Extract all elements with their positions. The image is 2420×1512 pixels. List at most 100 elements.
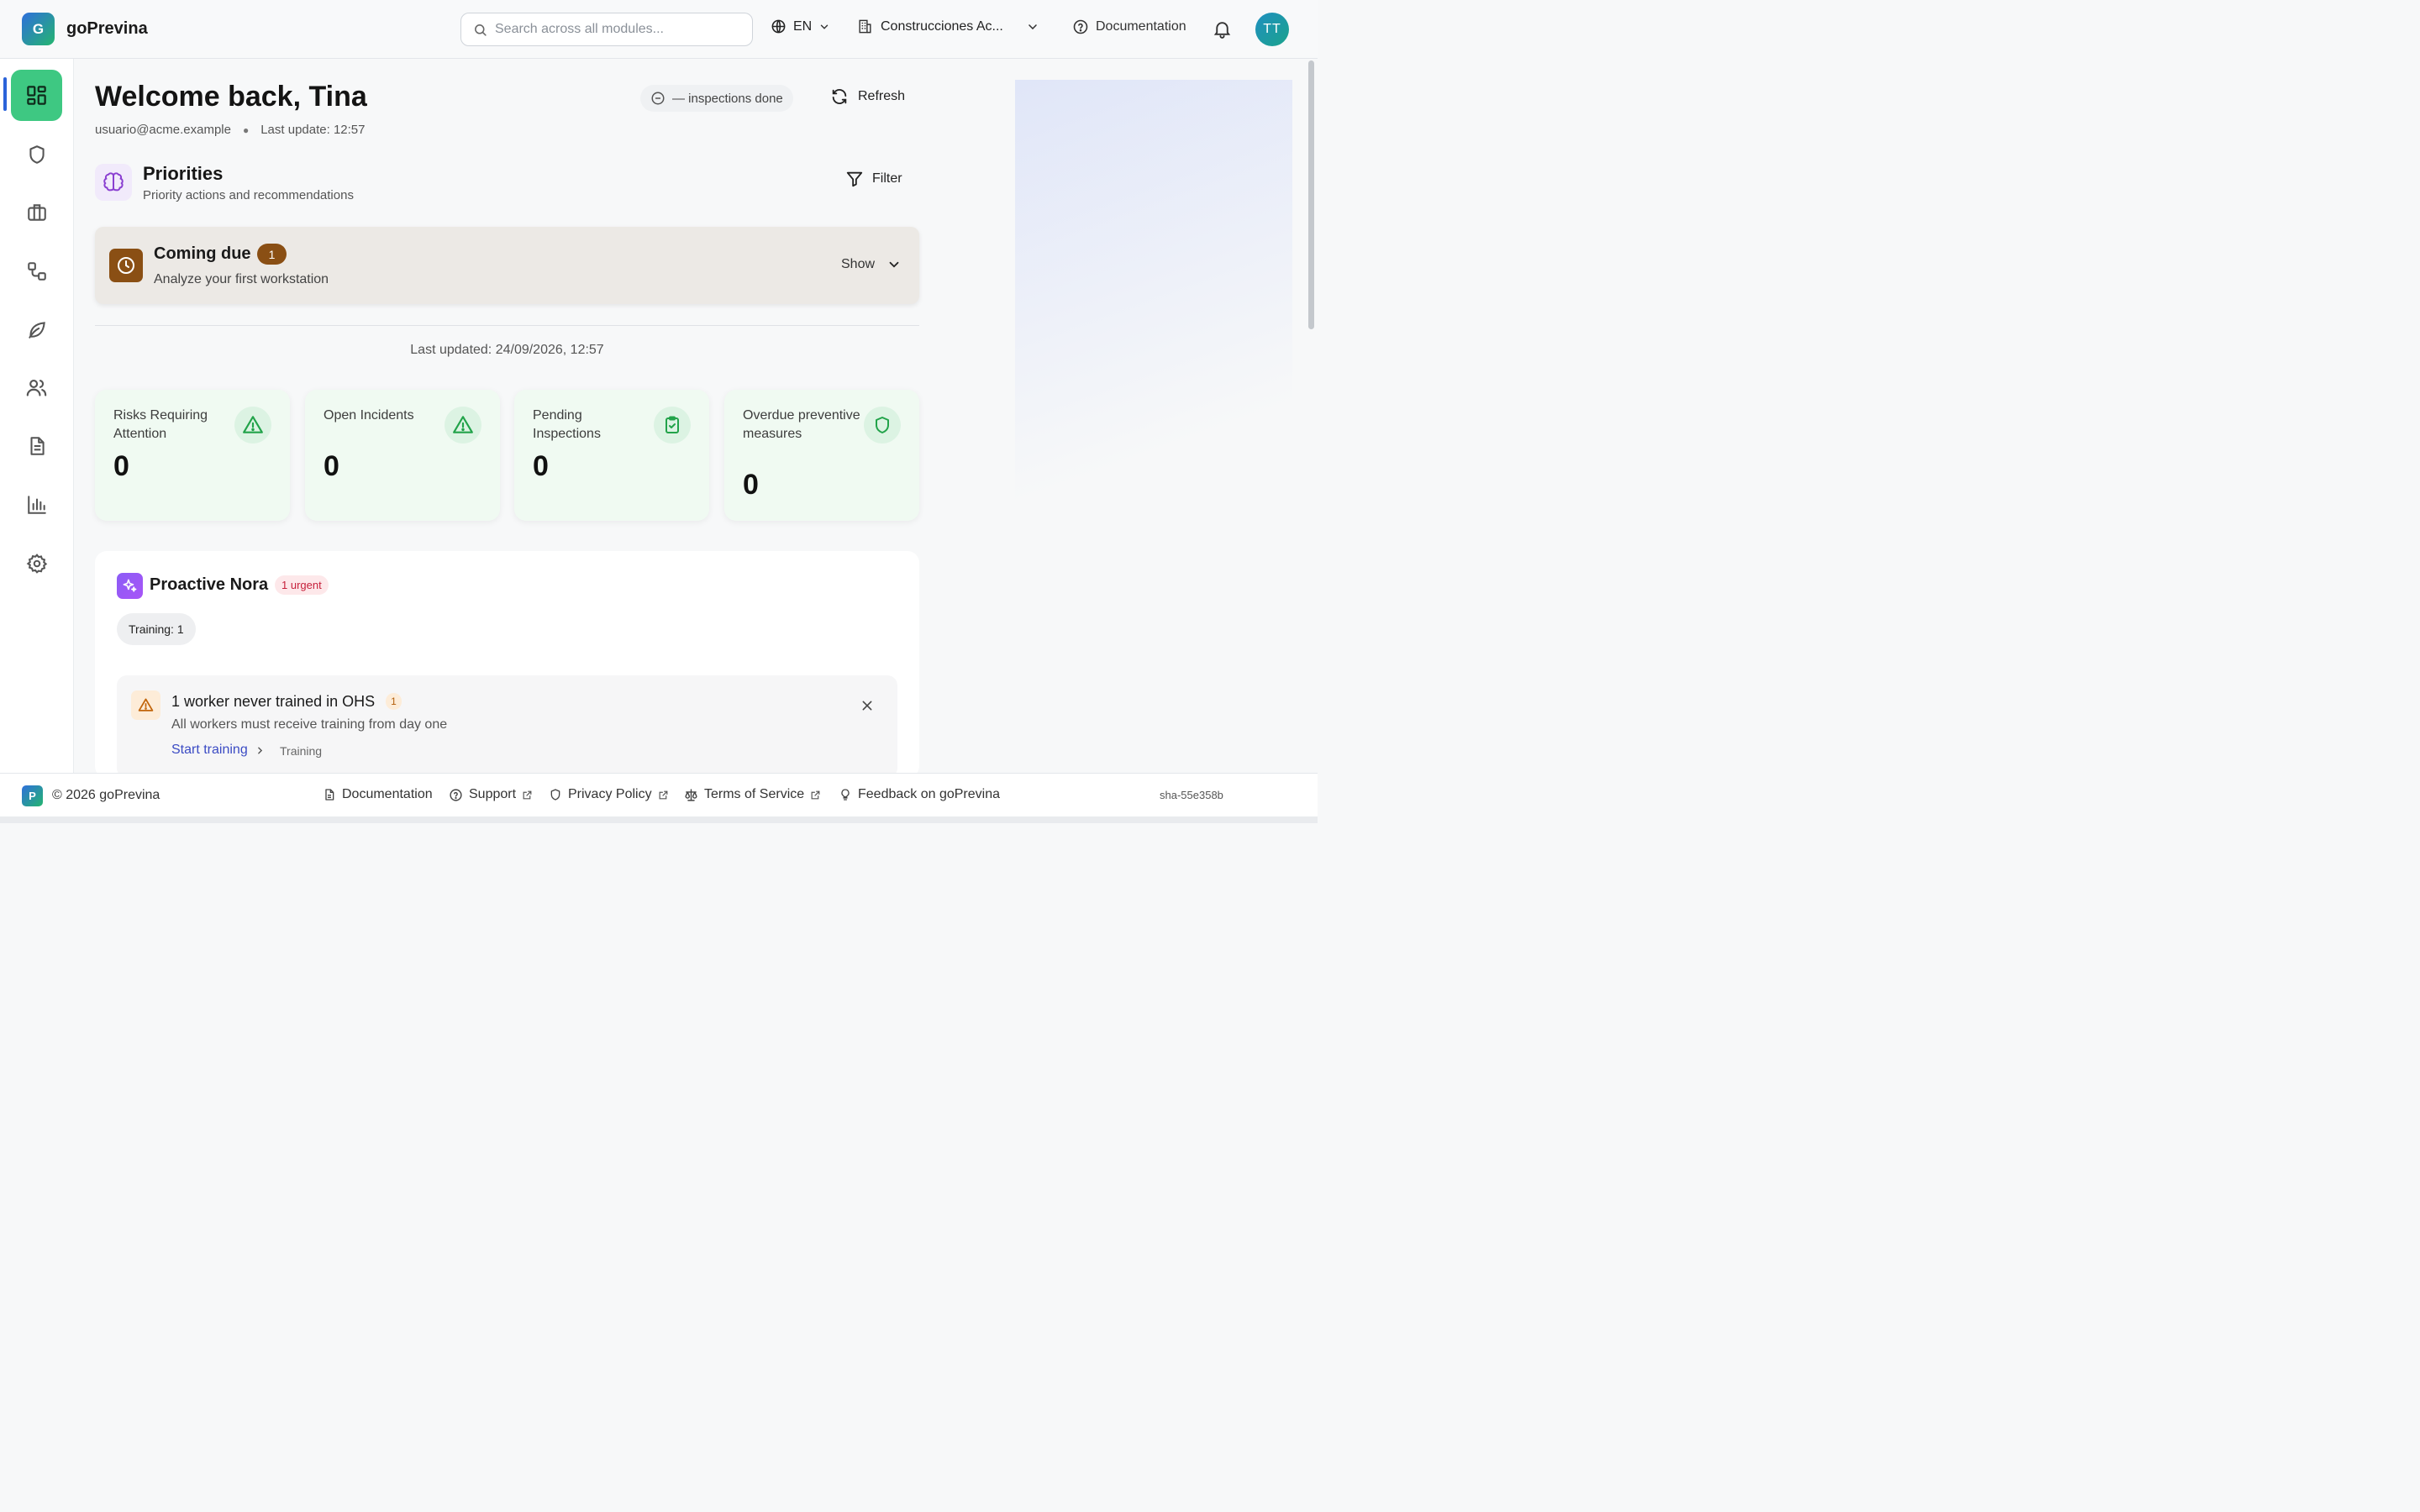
inspections-status-pill: — inspections done xyxy=(640,85,793,112)
external-link-icon xyxy=(522,790,533,801)
background-decoration xyxy=(1015,80,1292,752)
footer-copyright: © 2026 goPrevina xyxy=(52,788,160,802)
stat-card-preventive-measures[interactable]: Overdue preventive measures 0 xyxy=(724,390,919,521)
dashboard-icon xyxy=(25,84,48,107)
app-name[interactable]: goPrevina xyxy=(66,19,148,39)
stat-card-incidents[interactable]: Open Incidents 0 xyxy=(305,390,500,521)
document-icon xyxy=(323,788,336,801)
priorities-title: Priorities xyxy=(143,163,224,184)
users-icon xyxy=(25,376,48,399)
stat-value: 0 xyxy=(113,450,129,482)
chevron-down-icon xyxy=(886,257,902,272)
footer-privacy-link[interactable]: Privacy Policy xyxy=(549,787,669,802)
sparkles-icon xyxy=(117,573,143,599)
sidebar-item-safety[interactable] xyxy=(11,129,62,180)
sidebar xyxy=(0,59,74,773)
footer-link-label: Feedback on goPrevina xyxy=(858,787,1000,801)
start-training-label: Start training xyxy=(171,743,248,757)
external-link-icon xyxy=(810,790,821,801)
stat-value: 0 xyxy=(324,450,339,482)
filter-button[interactable]: Filter xyxy=(845,170,902,188)
sidebar-item-workplace[interactable] xyxy=(11,186,62,238)
notifications-bell-icon[interactable] xyxy=(1212,18,1233,39)
sidebar-item-processes[interactable] xyxy=(11,245,62,297)
show-toggle-button[interactable]: Show xyxy=(841,257,902,272)
top-bar: G goPrevina EN Construcciones Ac... Docu… xyxy=(0,0,1318,59)
sidebar-item-reports[interactable] xyxy=(11,479,62,530)
footer-logo: P xyxy=(22,785,43,806)
bar-chart-icon xyxy=(26,494,48,516)
scrollbar-thumb[interactable] xyxy=(1308,60,1314,329)
main-content: Welcome back, Tina usuario@acme.example … xyxy=(74,59,1306,778)
refresh-label: Refresh xyxy=(858,89,906,103)
bottom-strip xyxy=(0,816,1318,823)
sidebar-item-settings[interactable] xyxy=(11,538,62,589)
chevron-down-icon xyxy=(818,21,830,33)
workflow-icon xyxy=(26,260,48,282)
shield-icon xyxy=(864,407,901,444)
stat-card-inspections[interactable]: Pending Inspections 0 xyxy=(514,390,709,521)
warning-triangle-icon xyxy=(234,407,271,444)
stat-label: Pending Inspections xyxy=(533,408,601,441)
user-email: usuario@acme.example xyxy=(95,123,231,137)
global-search[interactable] xyxy=(460,13,753,46)
sidebar-item-dashboard[interactable] xyxy=(11,70,62,121)
footer-feedback-link[interactable]: Feedback on goPrevina xyxy=(839,787,1000,802)
footer-terms-link[interactable]: Terms of Service xyxy=(684,787,821,802)
urgent-badge: 1 urgent xyxy=(275,575,329,595)
stat-value: 0 xyxy=(533,450,549,482)
start-training-link[interactable]: Start training xyxy=(171,743,266,758)
footer-link-label: Support xyxy=(469,787,517,801)
user-meta: usuario@acme.example ● Last update: 12:5… xyxy=(95,123,366,137)
nora-title: Proactive Nora xyxy=(150,575,269,594)
training-filter-chip[interactable]: Training: 1 xyxy=(117,613,196,645)
page-title: Welcome back, Tina xyxy=(95,81,367,113)
footer-link-label: Documentation xyxy=(342,787,433,801)
active-nav-indicator xyxy=(3,77,7,111)
globe-icon xyxy=(771,18,786,34)
sidebar-item-environment[interactable] xyxy=(11,303,62,354)
filter-label: Filter xyxy=(872,171,902,186)
refresh-button[interactable]: Refresh xyxy=(830,87,905,106)
language-label: EN xyxy=(793,18,813,34)
help-circle-icon xyxy=(449,788,463,802)
gear-icon xyxy=(26,553,48,575)
sidebar-item-documents[interactable] xyxy=(11,420,62,471)
close-icon[interactable] xyxy=(860,699,874,712)
page-scrollbar[interactable] xyxy=(1306,59,1318,773)
language-selector[interactable]: EN xyxy=(771,18,830,34)
chevron-right-icon xyxy=(255,745,266,756)
footer-documentation-link[interactable]: Documentation xyxy=(323,787,433,802)
footer: P © 2026 goPrevina Documentation Support… xyxy=(0,773,1318,816)
coming-due-description: Analyze your first workstation xyxy=(154,272,329,286)
alert-category-tag: Training xyxy=(280,744,323,758)
clipboard-check-icon xyxy=(654,407,691,444)
alert-title: 1 worker never trained in OHS xyxy=(171,693,376,710)
company-selector[interactable]: Construcciones Ac... xyxy=(857,18,1039,34)
search-input[interactable] xyxy=(495,22,739,37)
external-link-icon xyxy=(658,790,669,801)
alert-description: All workers must receive training from d… xyxy=(171,717,448,732)
document-icon xyxy=(26,435,48,457)
coming-due-title: Coming due xyxy=(154,244,251,263)
app-logo[interactable]: G xyxy=(22,13,55,45)
stat-label: Overdue preventive measures xyxy=(743,408,860,441)
shield-icon xyxy=(26,144,48,165)
documentation-link[interactable]: Documentation xyxy=(1072,18,1186,35)
footer-support-link[interactable]: Support xyxy=(449,787,533,802)
leaf-icon xyxy=(26,318,48,340)
user-avatar[interactable]: TT xyxy=(1255,13,1289,46)
refresh-icon xyxy=(830,87,849,106)
stat-card-risks[interactable]: Risks Requiring Attention 0 xyxy=(95,390,290,521)
clock-icon xyxy=(109,249,143,282)
training-alert-card: 1 worker never trained in OHS 1 All work… xyxy=(117,675,897,778)
chevron-down-icon xyxy=(1026,20,1039,34)
footer-link-label: Terms of Service xyxy=(704,787,805,801)
coming-due-card[interactable]: Coming due 1 Analyze your first workstat… xyxy=(95,227,919,304)
last-update-time: Last update: 12:57 xyxy=(260,123,366,137)
stat-label: Risks Requiring Attention xyxy=(113,408,208,441)
search-icon xyxy=(473,23,487,37)
sidebar-item-workers[interactable] xyxy=(11,362,62,413)
show-label: Show xyxy=(841,257,876,271)
help-circle-icon xyxy=(1072,18,1089,35)
